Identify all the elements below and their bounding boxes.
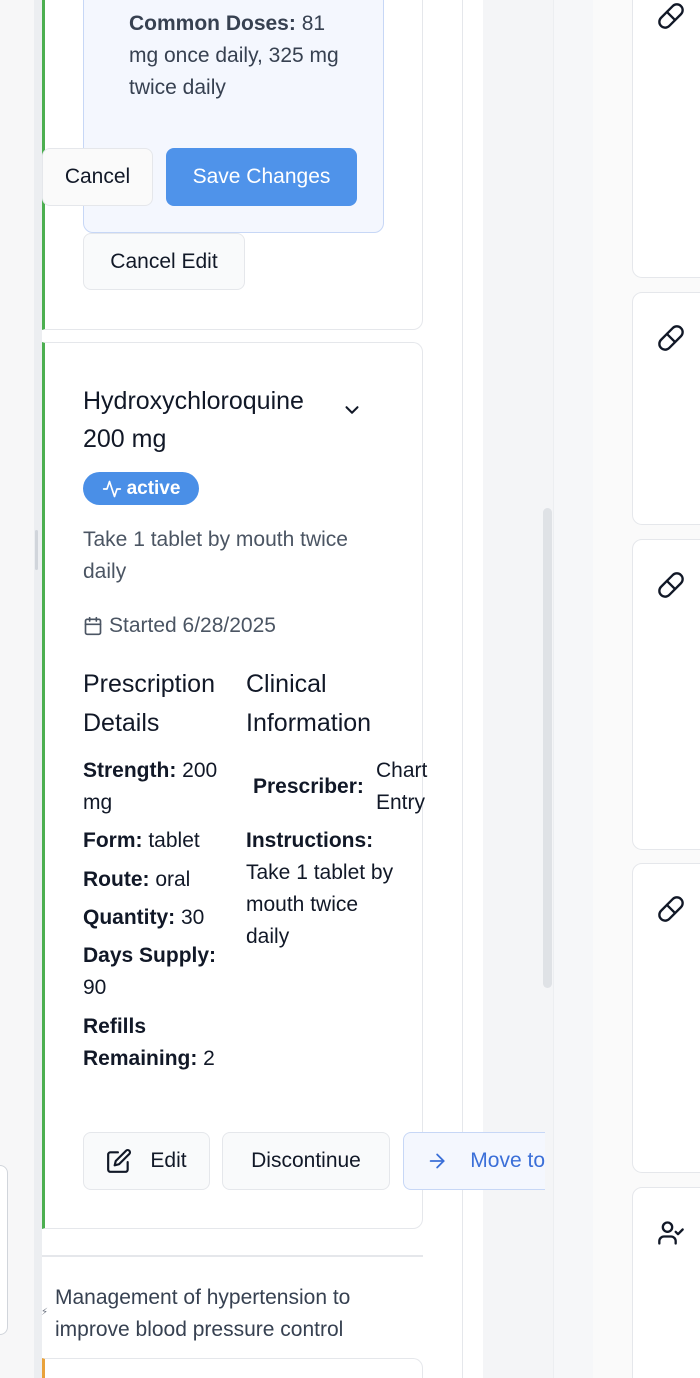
quantity-field: Quantity: 30 bbox=[83, 902, 233, 934]
goal-marker-icon: ⚡ bbox=[41, 1307, 49, 1318]
section-divider bbox=[42, 1255, 423, 1257]
pill-icon bbox=[658, 3, 684, 29]
medication-instructions: Take 1 tablet by mouth twice daily bbox=[83, 528, 348, 583]
medication-name: Hydroxychloroquine 200 mg bbox=[83, 387, 304, 453]
route-field: Route: oral bbox=[83, 864, 233, 896]
pill-icon bbox=[658, 325, 684, 351]
pill-icon bbox=[658, 572, 684, 598]
common-doses-label: Common Doses: bbox=[129, 12, 296, 35]
edit-button[interactable]: Edit bbox=[83, 1132, 210, 1190]
start-date-text: Started 6/28/2025 bbox=[109, 614, 276, 637]
side-panel-stub bbox=[0, 1165, 8, 1335]
discontinue-button[interactable]: Discontinue bbox=[222, 1132, 390, 1190]
form-field: Form: tablet bbox=[83, 825, 233, 857]
refills-value: 2 bbox=[197, 1047, 215, 1070]
arrow-right-icon bbox=[429, 1153, 445, 1169]
save-changes-button[interactable]: Save Changes bbox=[166, 148, 357, 206]
goal-description: Management of hypertension to improve bl… bbox=[55, 1286, 351, 1341]
scrollbar-thumb[interactable] bbox=[543, 508, 552, 988]
move-to-label: Move to bbox=[470, 1149, 545, 1172]
quantity-value: 30 bbox=[175, 906, 205, 929]
refills-label: Refills Remaining: bbox=[83, 1015, 198, 1070]
strength-field: Strength: 200 mg bbox=[83, 755, 233, 819]
resize-handle[interactable] bbox=[35, 530, 38, 570]
user-check-icon bbox=[658, 1221, 684, 1245]
activity-icon bbox=[102, 480, 121, 497]
status-label: active bbox=[126, 477, 181, 499]
form-label: Form: bbox=[83, 829, 143, 852]
calendar-icon bbox=[84, 616, 102, 636]
pill-icon bbox=[658, 896, 684, 922]
column-gap-2 bbox=[553, 0, 593, 1378]
chevron-down-icon[interactable] bbox=[341, 399, 363, 421]
days-supply-label: Days Supply: bbox=[83, 944, 217, 967]
status-badge: active bbox=[83, 472, 199, 505]
route-label: Route: bbox=[83, 868, 150, 891]
medication-card-next bbox=[42, 1358, 423, 1378]
move-to-button[interactable]: Move to bbox=[403, 1132, 545, 1190]
instructions-field: Instructions: Take 1 tablet by mouth twi… bbox=[246, 825, 396, 953]
prescription-details-heading: Prescription Details bbox=[83, 670, 215, 737]
right-card[interactable] bbox=[632, 0, 700, 278]
edit-label: Edit bbox=[150, 1149, 187, 1172]
clinical-information-heading: Clinical Information bbox=[246, 670, 372, 737]
refills-field: Refills Remaining: 2 bbox=[83, 1011, 233, 1075]
left-rail bbox=[34, 0, 42, 1378]
days-supply-field: Days Supply: 90 bbox=[83, 940, 233, 1004]
cancel-button[interactable]: Cancel bbox=[42, 148, 153, 206]
days-supply-value: 90 bbox=[83, 976, 107, 999]
instructions-label: Instructions: bbox=[246, 829, 374, 852]
right-card[interactable] bbox=[632, 1187, 700, 1378]
prescriber-value: Chart Entry bbox=[376, 759, 428, 814]
start-date: Started 6/28/2025 bbox=[83, 614, 276, 638]
form-value: tablet bbox=[142, 829, 200, 852]
edit-icon bbox=[107, 1149, 132, 1173]
route-value: oral bbox=[149, 868, 191, 891]
instructions-value: Take 1 tablet by mouth twice daily bbox=[246, 861, 394, 948]
prescriber-label: Prescriber: bbox=[253, 775, 364, 798]
common-doses: Common Doses: 81 mg once daily, 325 mg t… bbox=[129, 8, 349, 104]
strength-label: Strength: bbox=[83, 759, 177, 782]
cancel-edit-button[interactable]: Cancel Edit bbox=[83, 233, 245, 290]
quantity-label: Quantity: bbox=[83, 906, 176, 929]
